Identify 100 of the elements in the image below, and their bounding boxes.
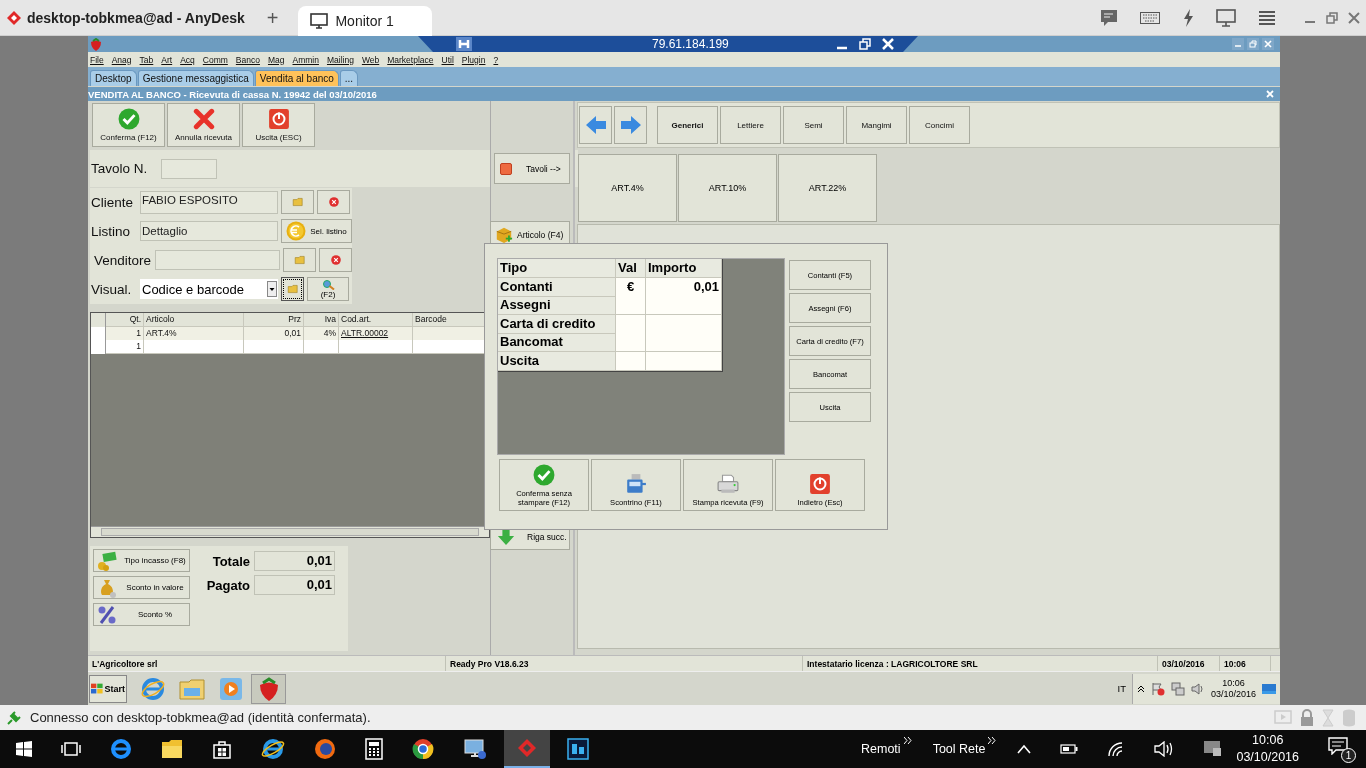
menu-item[interactable]: Marketplace	[387, 54, 434, 65]
windows-logo-icon[interactable]	[16, 741, 32, 757]
menu-item[interactable]: File	[90, 54, 104, 65]
text-field[interactable]: FABIO ESPOSITO	[140, 190, 278, 214]
toolbar-label[interactable]: Remoti	[861, 742, 901, 756]
taskbar-app-button[interactable]	[504, 730, 550, 768]
menu-item[interactable]: Banco	[235, 54, 260, 65]
browser-icon[interactable]	[261, 738, 285, 760]
folder-icon[interactable]	[161, 739, 183, 759]
clear-button[interactable]	[319, 248, 352, 272]
row-header[interactable]	[91, 340, 106, 354]
action-button[interactable]: Sconto %	[93, 603, 190, 626]
column-header: Importo	[646, 259, 722, 278]
task-view-icon[interactable]	[61, 742, 81, 756]
tab[interactable]: Gestione messaggistica	[137, 70, 254, 86]
chrome-icon[interactable]	[412, 738, 434, 760]
calculator-icon[interactable]	[365, 738, 383, 760]
tab[interactable]: ...	[339, 70, 359, 86]
text-field[interactable]	[155, 250, 280, 270]
photoshop-icon[interactable]	[567, 738, 589, 760]
menu-item[interactable]: Web	[361, 54, 380, 65]
pin-icon[interactable]	[456, 37, 472, 51]
menu-item[interactable]: Util	[441, 54, 454, 65]
clear-button[interactable]	[317, 190, 350, 214]
power-icon	[809, 472, 831, 495]
search-button[interactable]: (F2)	[307, 277, 349, 301]
restore-icon[interactable]	[1326, 11, 1338, 24]
lightning-icon[interactable]	[1182, 8, 1194, 27]
monitor-tab[interactable]: Monitor 1	[298, 5, 432, 36]
toolbar-button[interactable]: Conferma (F12)	[92, 103, 165, 147]
text-field[interactable]: Dettaglio	[140, 221, 278, 241]
action-button[interactable]: Tipo incasso (F8)	[93, 549, 190, 572]
language-indicator[interactable]: IT	[1117, 683, 1126, 694]
category-button[interactable]: Semi	[783, 106, 844, 144]
firefox-icon[interactable]	[314, 738, 336, 760]
price-list-button[interactable]: Sel. listino	[281, 219, 352, 243]
product-tile[interactable]: ART.4%	[578, 154, 677, 222]
browser-icon[interactable]	[110, 738, 132, 760]
toolbar-label[interactable]: Tool Rete	[932, 742, 986, 756]
menu-item[interactable]: Tab	[139, 54, 154, 65]
search-icon	[321, 279, 335, 290]
next-button[interactable]	[614, 106, 647, 144]
category-button[interactable]: Concimi	[909, 106, 970, 144]
diamond-icon	[517, 738, 537, 758]
store-icon[interactable]	[212, 739, 232, 759]
menu-icon[interactable]	[1258, 9, 1276, 26]
taskbar-app-button[interactable]	[251, 673, 286, 704]
media-player-icon[interactable]	[219, 676, 243, 701]
column-header: Tipo	[498, 259, 616, 278]
toolbar-button[interactable]: Annulla ricevuta	[167, 103, 240, 147]
browse-button[interactable]	[281, 277, 304, 301]
chevron-icon[interactable]	[988, 737, 997, 744]
volume-icon[interactable]	[1154, 741, 1175, 757]
product-tile[interactable]: ART.22%	[778, 154, 877, 222]
desktop-icon[interactable]	[1262, 682, 1276, 695]
product-tile[interactable]: ART.10%	[678, 154, 777, 222]
menu-item[interactable]: Plugin	[461, 54, 486, 65]
row-header[interactable]	[91, 327, 106, 341]
menu-item[interactable]: Mag	[267, 54, 285, 65]
close-icon[interactable]	[1348, 11, 1360, 24]
lock-icon[interactable]	[1300, 708, 1314, 727]
keyboard-icon[interactable]	[1140, 11, 1160, 24]
start-button[interactable]: Start	[89, 674, 127, 703]
power-icon	[267, 108, 290, 130]
total-label: Pagato	[205, 577, 250, 593]
clock-time: 10:06	[1252, 732, 1284, 749]
tab[interactable]: Vendita al banco	[254, 70, 339, 86]
menu-item[interactable]: Anag	[111, 54, 132, 65]
monitor-icon[interactable]	[1203, 740, 1224, 758]
action-button[interactable]: Sconto in valore	[93, 576, 190, 599]
restore-icon[interactable]	[859, 38, 871, 50]
status-text: 03/10/2016	[1162, 658, 1205, 669]
menu-item[interactable]: ?	[493, 54, 499, 65]
table-number-field[interactable]	[161, 158, 218, 179]
address-text: 79.61.184.199	[652, 37, 729, 51]
network-icon[interactable]	[1170, 681, 1185, 696]
menu-item[interactable]: Art	[161, 54, 173, 65]
chevron-icon[interactable]	[903, 737, 912, 744]
toolbar-button[interactable]: Uscita (ESC)	[242, 103, 315, 147]
menu-item[interactable]: Ammin	[292, 54, 319, 65]
tab[interactable]: Desktop	[90, 70, 137, 86]
view-dropdown[interactable]: Codice e barcode	[140, 279, 278, 299]
chat-icon[interactable]	[1100, 8, 1118, 27]
network-monitor-icon[interactable]	[463, 738, 487, 760]
menu-item[interactable]: Mailing	[326, 54, 354, 65]
field-label: Venditore	[93, 252, 152, 268]
previous-button[interactable]	[579, 106, 612, 144]
category-button[interactable]: Lettiere	[720, 106, 781, 144]
horizontal-scrollbar[interactable]	[91, 526, 489, 537]
menu-item[interactable]: Acq	[180, 54, 195, 65]
battery-icon[interactable]	[1060, 744, 1079, 754]
chevron-up-icon[interactable]	[1136, 684, 1145, 693]
tables-button[interactable]: Tavoli -->	[494, 153, 570, 184]
menu-item[interactable]: Comm	[202, 54, 228, 65]
notification-icon[interactable]	[1328, 737, 1348, 755]
new-tab-button[interactable]: +	[266, 7, 279, 28]
category-button[interactable]: Mangimi	[846, 106, 907, 144]
flag-error-icon[interactable]	[1150, 681, 1165, 696]
monitor-icon[interactable]	[1216, 8, 1236, 27]
category-button[interactable]: Generici	[657, 106, 718, 144]
